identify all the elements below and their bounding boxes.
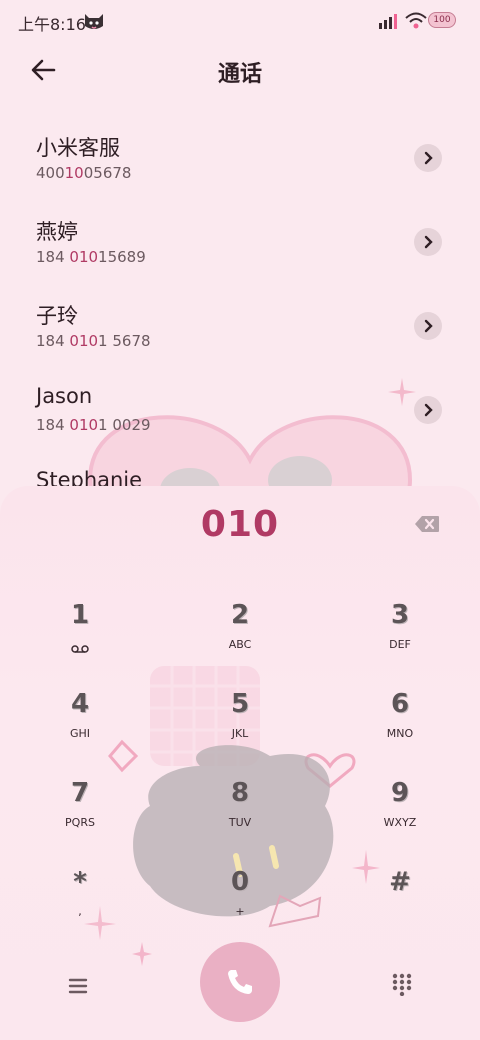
voicemail-icon [71,645,89,653]
contact-name: 燕婷 [36,220,78,244]
contact-number: 184 01015689 [36,248,146,266]
menu-icon[interactable] [64,974,92,998]
contact-name: 子玲 [36,304,78,328]
dial-key-star[interactable]: * , [20,863,140,939]
cat-icon [85,14,103,29]
status-bar: 上午8:16 100 [0,0,480,42]
key-letters: JKL [231,727,249,740]
chevron-right-icon [424,235,433,249]
key-digit: 7 [70,778,90,808]
key-letters: , [78,905,82,918]
key-letters: DEF [389,638,411,651]
contact-name: Jason [36,384,93,408]
contact-number: 184 0101 0029 [36,416,151,434]
chevron-right-icon [424,403,433,417]
key-digit: 4 [70,689,90,719]
dial-pad-panel: 010 1 2 ABC 3 DEF 4 GHI 5 JKL 6 MNO 7 PQ… [0,486,480,1040]
key-digit: 2 [230,600,250,630]
contact-detail-button[interactable] [414,228,442,256]
key-letters: GHI [69,727,91,740]
status-time: 上午8:16 [18,15,86,34]
key-digit: # [389,867,411,897]
contact-number: 4001005678 [36,164,132,182]
key-letters: TUV [228,816,252,829]
dial-key-7[interactable]: 7 PQRS [20,774,140,850]
dial-key-9[interactable]: 9 WXYZ [340,774,460,850]
key-letters: WXYZ [383,816,417,829]
dial-key-5[interactable]: 5 JKL [180,685,300,761]
key-digit: 0 [230,867,250,897]
call-button[interactable] [200,942,280,1022]
key-letters: MNO [386,727,414,740]
phone-icon [228,970,252,994]
wifi-icon [405,12,427,29]
key-letters: + [235,905,245,918]
dial-key-1[interactable]: 1 [20,596,140,672]
page-title: 通话 [217,62,262,87]
key-digit: * [73,867,87,897]
dial-key-hash[interactable]: # [340,863,460,939]
backspace-icon[interactable] [414,514,440,534]
battery-indicator: 100 [428,12,456,28]
dial-key-3[interactable]: 3 DEF [340,596,460,672]
contact-detail-button[interactable] [414,396,442,424]
contact-row[interactable]: 子玲 184 0101 5678 [0,286,480,370]
key-digit: 9 [390,778,410,808]
key-digit: 6 [390,689,410,719]
signal-icon [379,14,397,29]
key-digit: 8 [230,778,250,808]
dial-key-4[interactable]: 4 GHI [20,685,140,761]
dial-key-6[interactable]: 6 MNO [340,685,460,761]
chevron-right-icon [424,151,433,165]
contact-number: 184 0101 5678 [36,332,151,350]
contact-row[interactable]: 小米客服 4001005678 [0,118,480,202]
contact-row[interactable]: 燕婷 184 01015689 [0,202,480,286]
key-digit: 3 [390,600,410,630]
contact-name: 小米客服 [36,136,120,160]
dial-input-display[interactable]: 010 [0,504,480,545]
dial-key-2[interactable]: 2 ABC [180,596,300,672]
key-letters: PQRS [65,816,95,829]
contact-row[interactable]: Jason 184 0101 0029 [0,370,480,454]
dial-key-0[interactable]: 0 + [180,863,300,939]
contact-detail-button[interactable] [414,312,442,340]
chevron-right-icon [424,319,433,333]
dial-key-8[interactable]: 8 TUV [180,774,300,850]
dialer-bottom-bar [0,942,480,1032]
key-letters: ABC [228,638,252,651]
contact-detail-button[interactable] [414,144,442,172]
keypad-icon[interactable] [390,972,414,996]
key-digit: 1 [70,600,90,630]
key-digit: 5 [230,689,250,719]
